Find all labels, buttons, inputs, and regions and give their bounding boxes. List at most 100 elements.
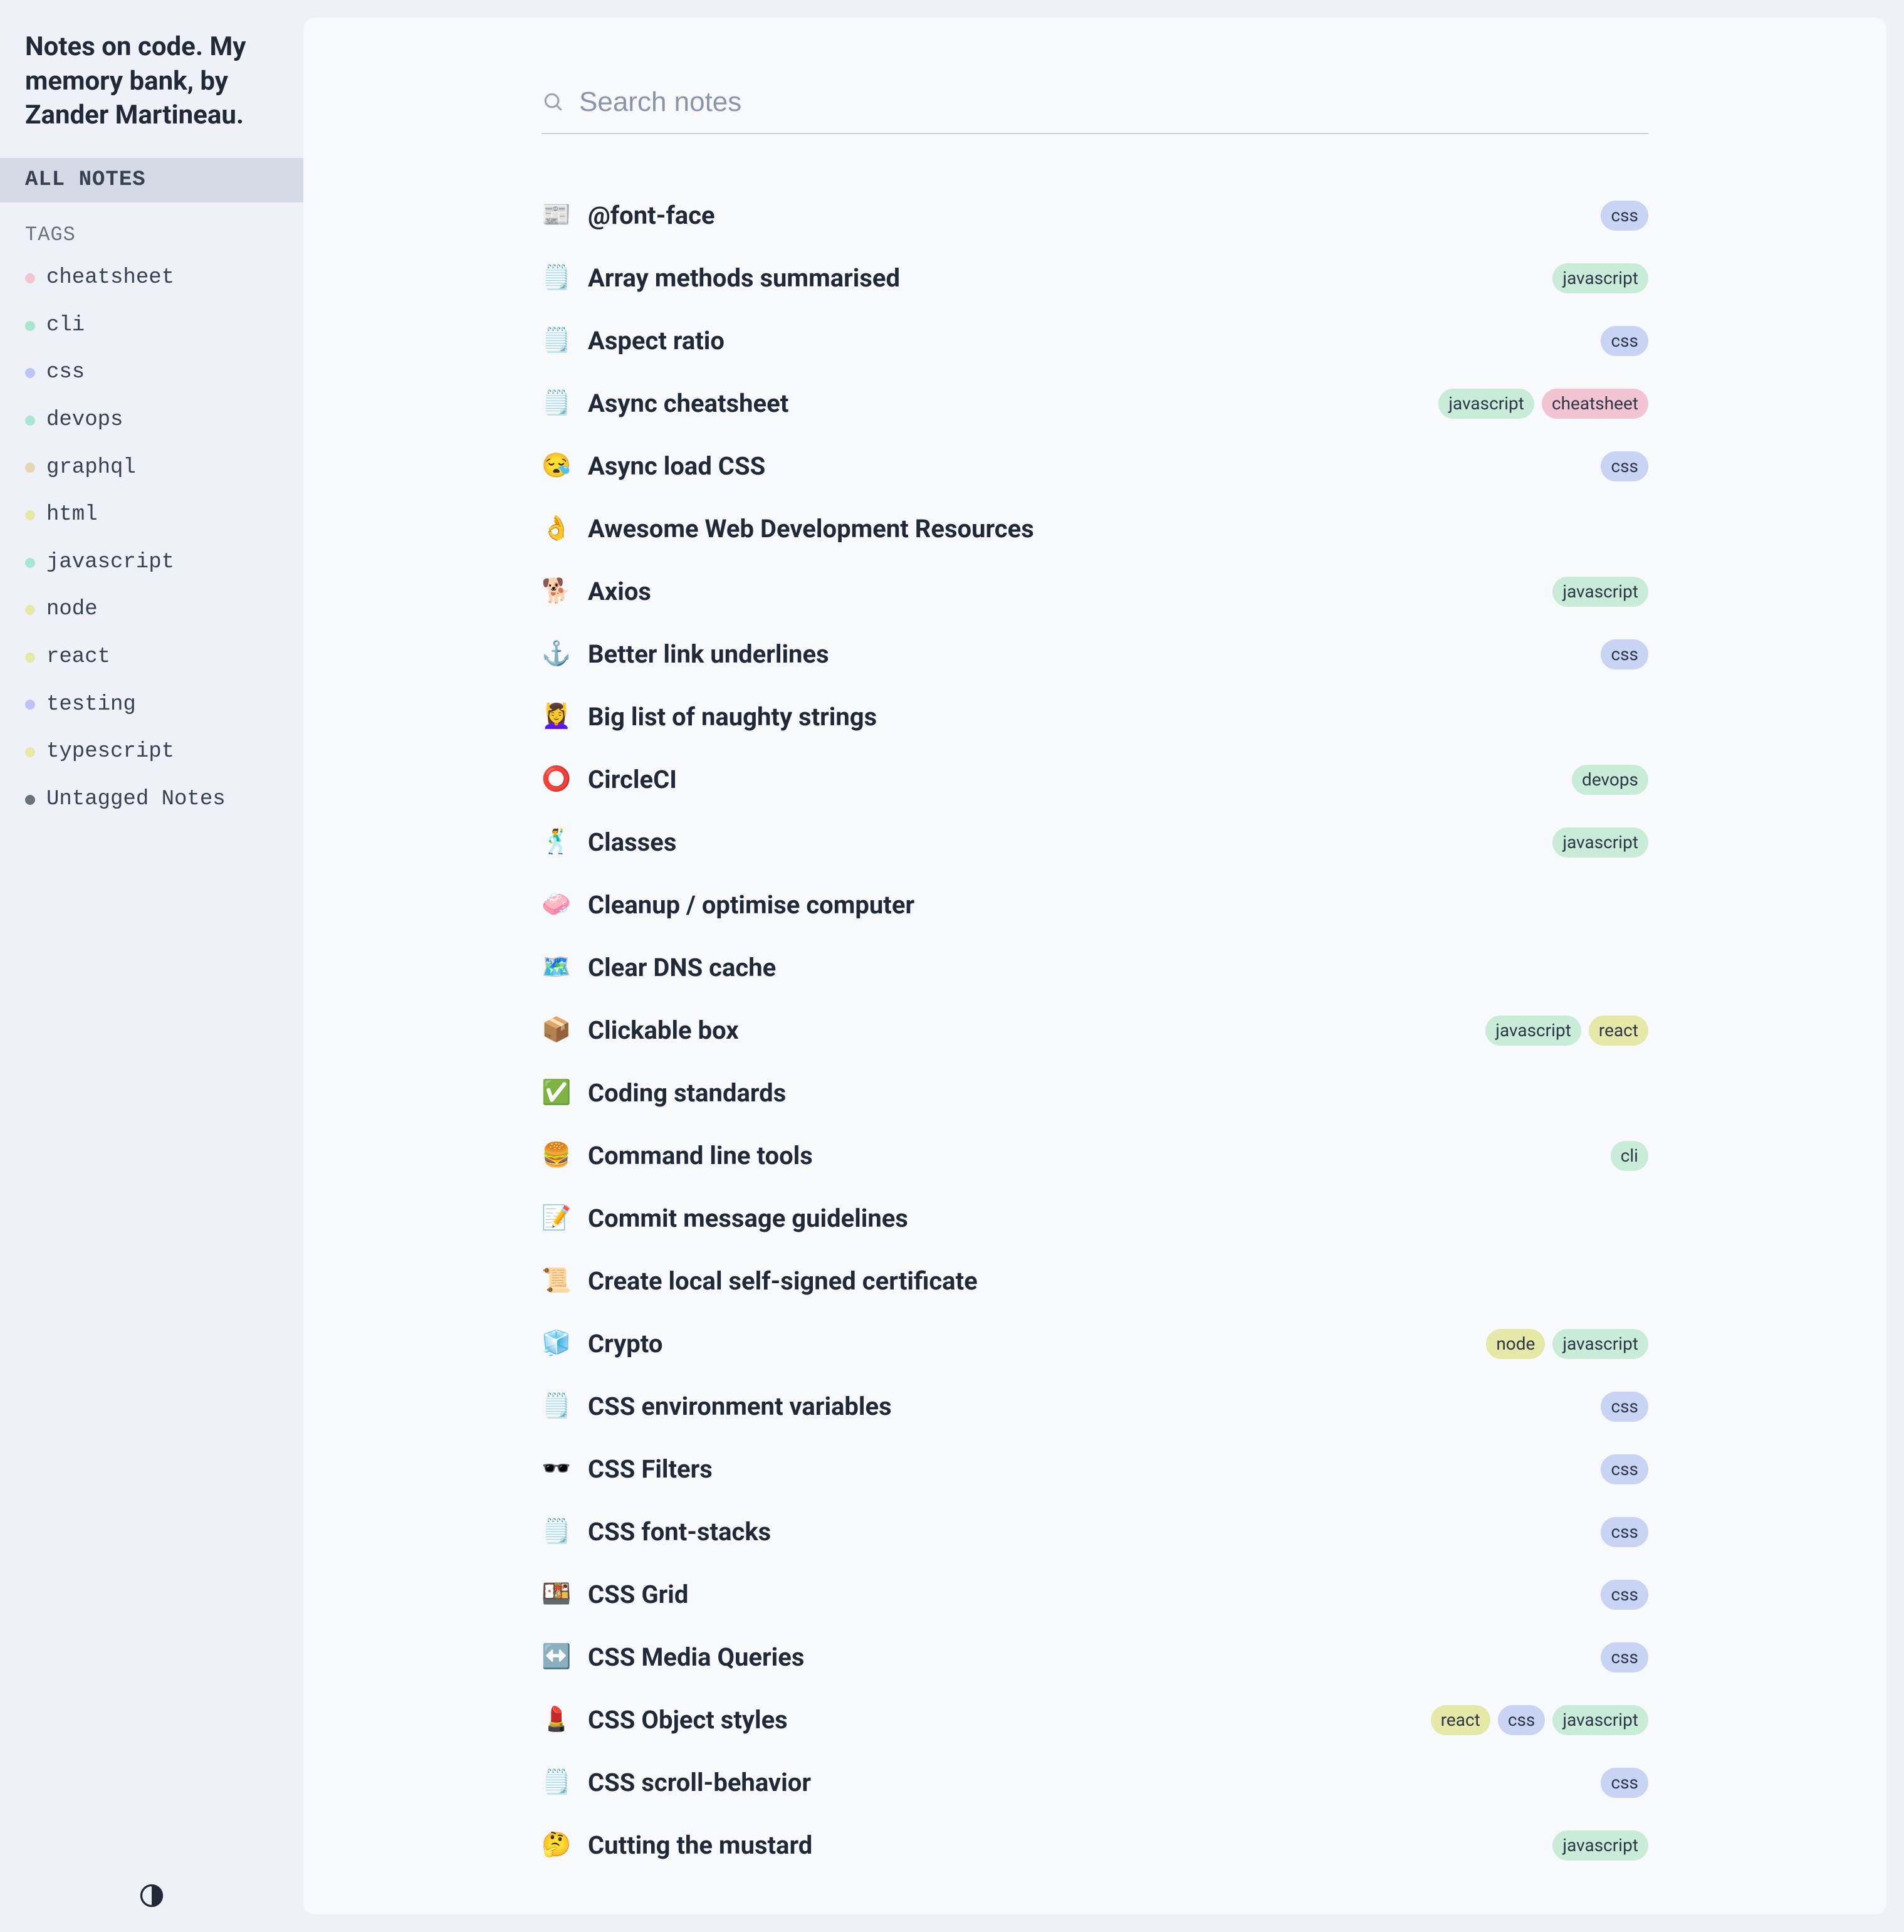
tag-dot-icon [25,653,35,663]
note-emoji-icon: 🍱 [541,1578,569,1611]
tag-pill-javascript[interactable]: javascript [1552,577,1648,606]
tag-pill-css[interactable]: css [1601,1580,1648,1609]
note-row[interactable]: 🤔Cutting the mustardjavascript [541,1814,1648,1877]
note-row[interactable]: 🧼Cleanup / optimise computer [541,874,1648,937]
tag-pill-javascript[interactable]: javascript [1552,263,1648,293]
notes-list: 📰@font-facecss 🗒️ Array methods summarised… [541,184,1648,1877]
note-row[interactable]: 📰@font-facecss [541,184,1648,247]
theme-toggle-button[interactable] [138,1882,165,1909]
note-row[interactable]: 🗒️CSS font-stackscss [541,1501,1648,1563]
note-row[interactable]: 👌Awesome Web Development Resources [541,498,1648,560]
note-tags: javascript [1552,577,1648,606]
tag-pill-css[interactable]: css [1601,1454,1648,1484]
sidebar-tag-typescript[interactable]: typescript [25,728,278,776]
note-emoji-icon: 🗒️ [541,1390,569,1423]
note-row[interactable]: ↔️CSS Media Queriescss [541,1626,1648,1689]
note-row[interactable]: 🕶️CSS Filterscss [541,1438,1648,1501]
note-row[interactable]: 🗒️Async cheatsheetjavascriptcheatsheet [541,372,1648,435]
note-row[interactable]: ⭕CircleCIdevops [541,748,1648,811]
note-tags: javascript react [1485,1016,1648,1045]
nav-all-notes[interactable]: ALL NOTES [0,158,303,203]
tag-pill-node[interactable]: node [1486,1329,1545,1358]
tag-dot-icon [25,700,35,710]
sidebar-tag-cheatsheet[interactable]: cheatsheet [25,255,278,302]
sidebar-tag-cli[interactable]: cli [25,302,278,350]
note-row[interactable]: 📦Clickable boxjavascriptreact [541,999,1648,1062]
tag-pill-devops[interactable]: devops [1572,765,1648,794]
note-row[interactable]: 🧊Cryptonodejavascript [541,1313,1648,1375]
note-emoji-icon: 🧊 [541,1327,569,1360]
sidebar-tag-react[interactable]: react [25,634,278,681]
sidebar-tag-node[interactable]: node [25,586,278,634]
note-row[interactable]: 😪Async load CSScss [541,435,1648,498]
tag-pill-javascript[interactable]: javascript [1438,389,1534,418]
tag-pill-react[interactable]: react [1589,1016,1648,1045]
tag-pill-cli[interactable]: cli [1611,1141,1648,1170]
tag-pill-javascript[interactable]: javascript [1552,827,1648,857]
note-emoji-icon: 📜 [541,1264,569,1298]
note-row[interactable]: 🐕Axiosjavascript [541,560,1648,623]
note-tags: javascript [1552,1830,1648,1860]
note-row[interactable]: 📝Commit message guidelines [541,1187,1648,1250]
note-row[interactable]: 📜Create local self-signed certificate [541,1250,1648,1313]
tag-pill-css[interactable]: css [1601,1392,1648,1421]
note-tags: javascript cheatsheet [1438,389,1648,418]
note-row[interactable]: 🍱CSS Gridcss [541,1563,1648,1626]
note-emoji-icon: 📰 [541,199,569,232]
note-tags: javascript [1552,827,1648,857]
note-title: Array methods summarised [588,261,1534,296]
note-row[interactable]: 🕺Classesjavascript [541,811,1648,874]
tag-pill-css[interactable]: css [1601,1768,1648,1797]
tag-pill-javascript[interactable]: javascript [1552,1705,1648,1735]
tag-dot-icon [25,463,35,473]
sidebar-tag-label: graphql [46,453,136,483]
note-title: Cutting the mustard [588,1828,1534,1863]
note-row[interactable]: ✅Coding standards [541,1062,1648,1125]
tag-pill-css[interactable]: css [1498,1705,1546,1735]
note-row[interactable]: 🗒️CSS scroll-behaviorcss [541,1751,1648,1814]
tag-pill-css[interactable]: css [1601,451,1648,481]
tag-dot-icon [25,558,35,568]
note-title: CSS environment variables [588,1389,1582,1424]
note-title: Aspect ratio [588,323,1582,359]
sidebar-tag-testing[interactable]: testing [25,681,278,729]
sidebar-tag-html[interactable]: html [25,491,278,539]
note-title: CSS Object styles [588,1703,1412,1738]
note-row[interactable]: 💆‍♀️Big list of naughty strings [541,686,1648,748]
tag-pill-css[interactable]: css [1601,1642,1648,1672]
note-tags: javascript [1552,263,1648,293]
tag-pill-css[interactable]: css [1601,201,1648,230]
tag-pill-css[interactable]: css [1601,639,1648,669]
note-row[interactable]: 🍔Command line toolscli [541,1125,1648,1187]
note-emoji-icon: ⚓ [541,638,569,671]
sidebar-tag-graphql[interactable]: graphql [25,444,278,492]
sidebar-tag-css[interactable]: css [25,349,278,397]
tag-pill-css[interactable]: css [1601,1517,1648,1546]
note-title: CSS font-stacks [588,1515,1582,1550]
note-row[interactable]: 🗒️Array methods summarisedjavascript [541,247,1648,310]
sidebar-tag-devops[interactable]: devops [25,397,278,444]
tag-pill-javascript[interactable]: javascript [1552,1830,1648,1860]
half-circle-icon [138,1882,165,1909]
sidebar-tag-javascript[interactable]: javascript [25,539,278,587]
note-title: Better link underlines [588,637,1582,672]
note-row[interactable]: 🗺️Clear DNS cache [541,937,1648,999]
sidebar-tag-untagged[interactable]: Untagged Notes [25,776,278,824]
tag-pill-javascript[interactable]: javascript [1485,1016,1581,1045]
tag-dot-icon [25,368,35,378]
sidebar-tag-label: cli [46,311,85,341]
note-emoji-icon: ✅ [541,1076,569,1110]
note-tags: css [1601,1768,1648,1797]
tag-pill-react[interactable]: react [1431,1705,1490,1735]
search-input[interactable] [579,87,1648,118]
tag-pill-javascript[interactable]: javascript [1552,1329,1648,1358]
note-row[interactable]: ⚓ Better link underlines css [541,623,1648,686]
tag-pill-cheatsheet[interactable]: cheatsheet [1542,389,1648,418]
app-root: Notes on code. My memory bank, by Zander… [0,0,1904,1932]
note-row[interactable]: 🗒️ CSS environment variables css [541,1375,1648,1438]
note-row[interactable]: 💄CSS Object stylesreactcssjavascript [541,1689,1648,1751]
tag-pill-css[interactable]: css [1601,326,1648,355]
note-row[interactable]: 🗒️Aspect ratiocss [541,310,1648,372]
note-emoji-icon: 📦 [541,1014,569,1047]
sidebar-tag-label: devops [46,406,123,436]
